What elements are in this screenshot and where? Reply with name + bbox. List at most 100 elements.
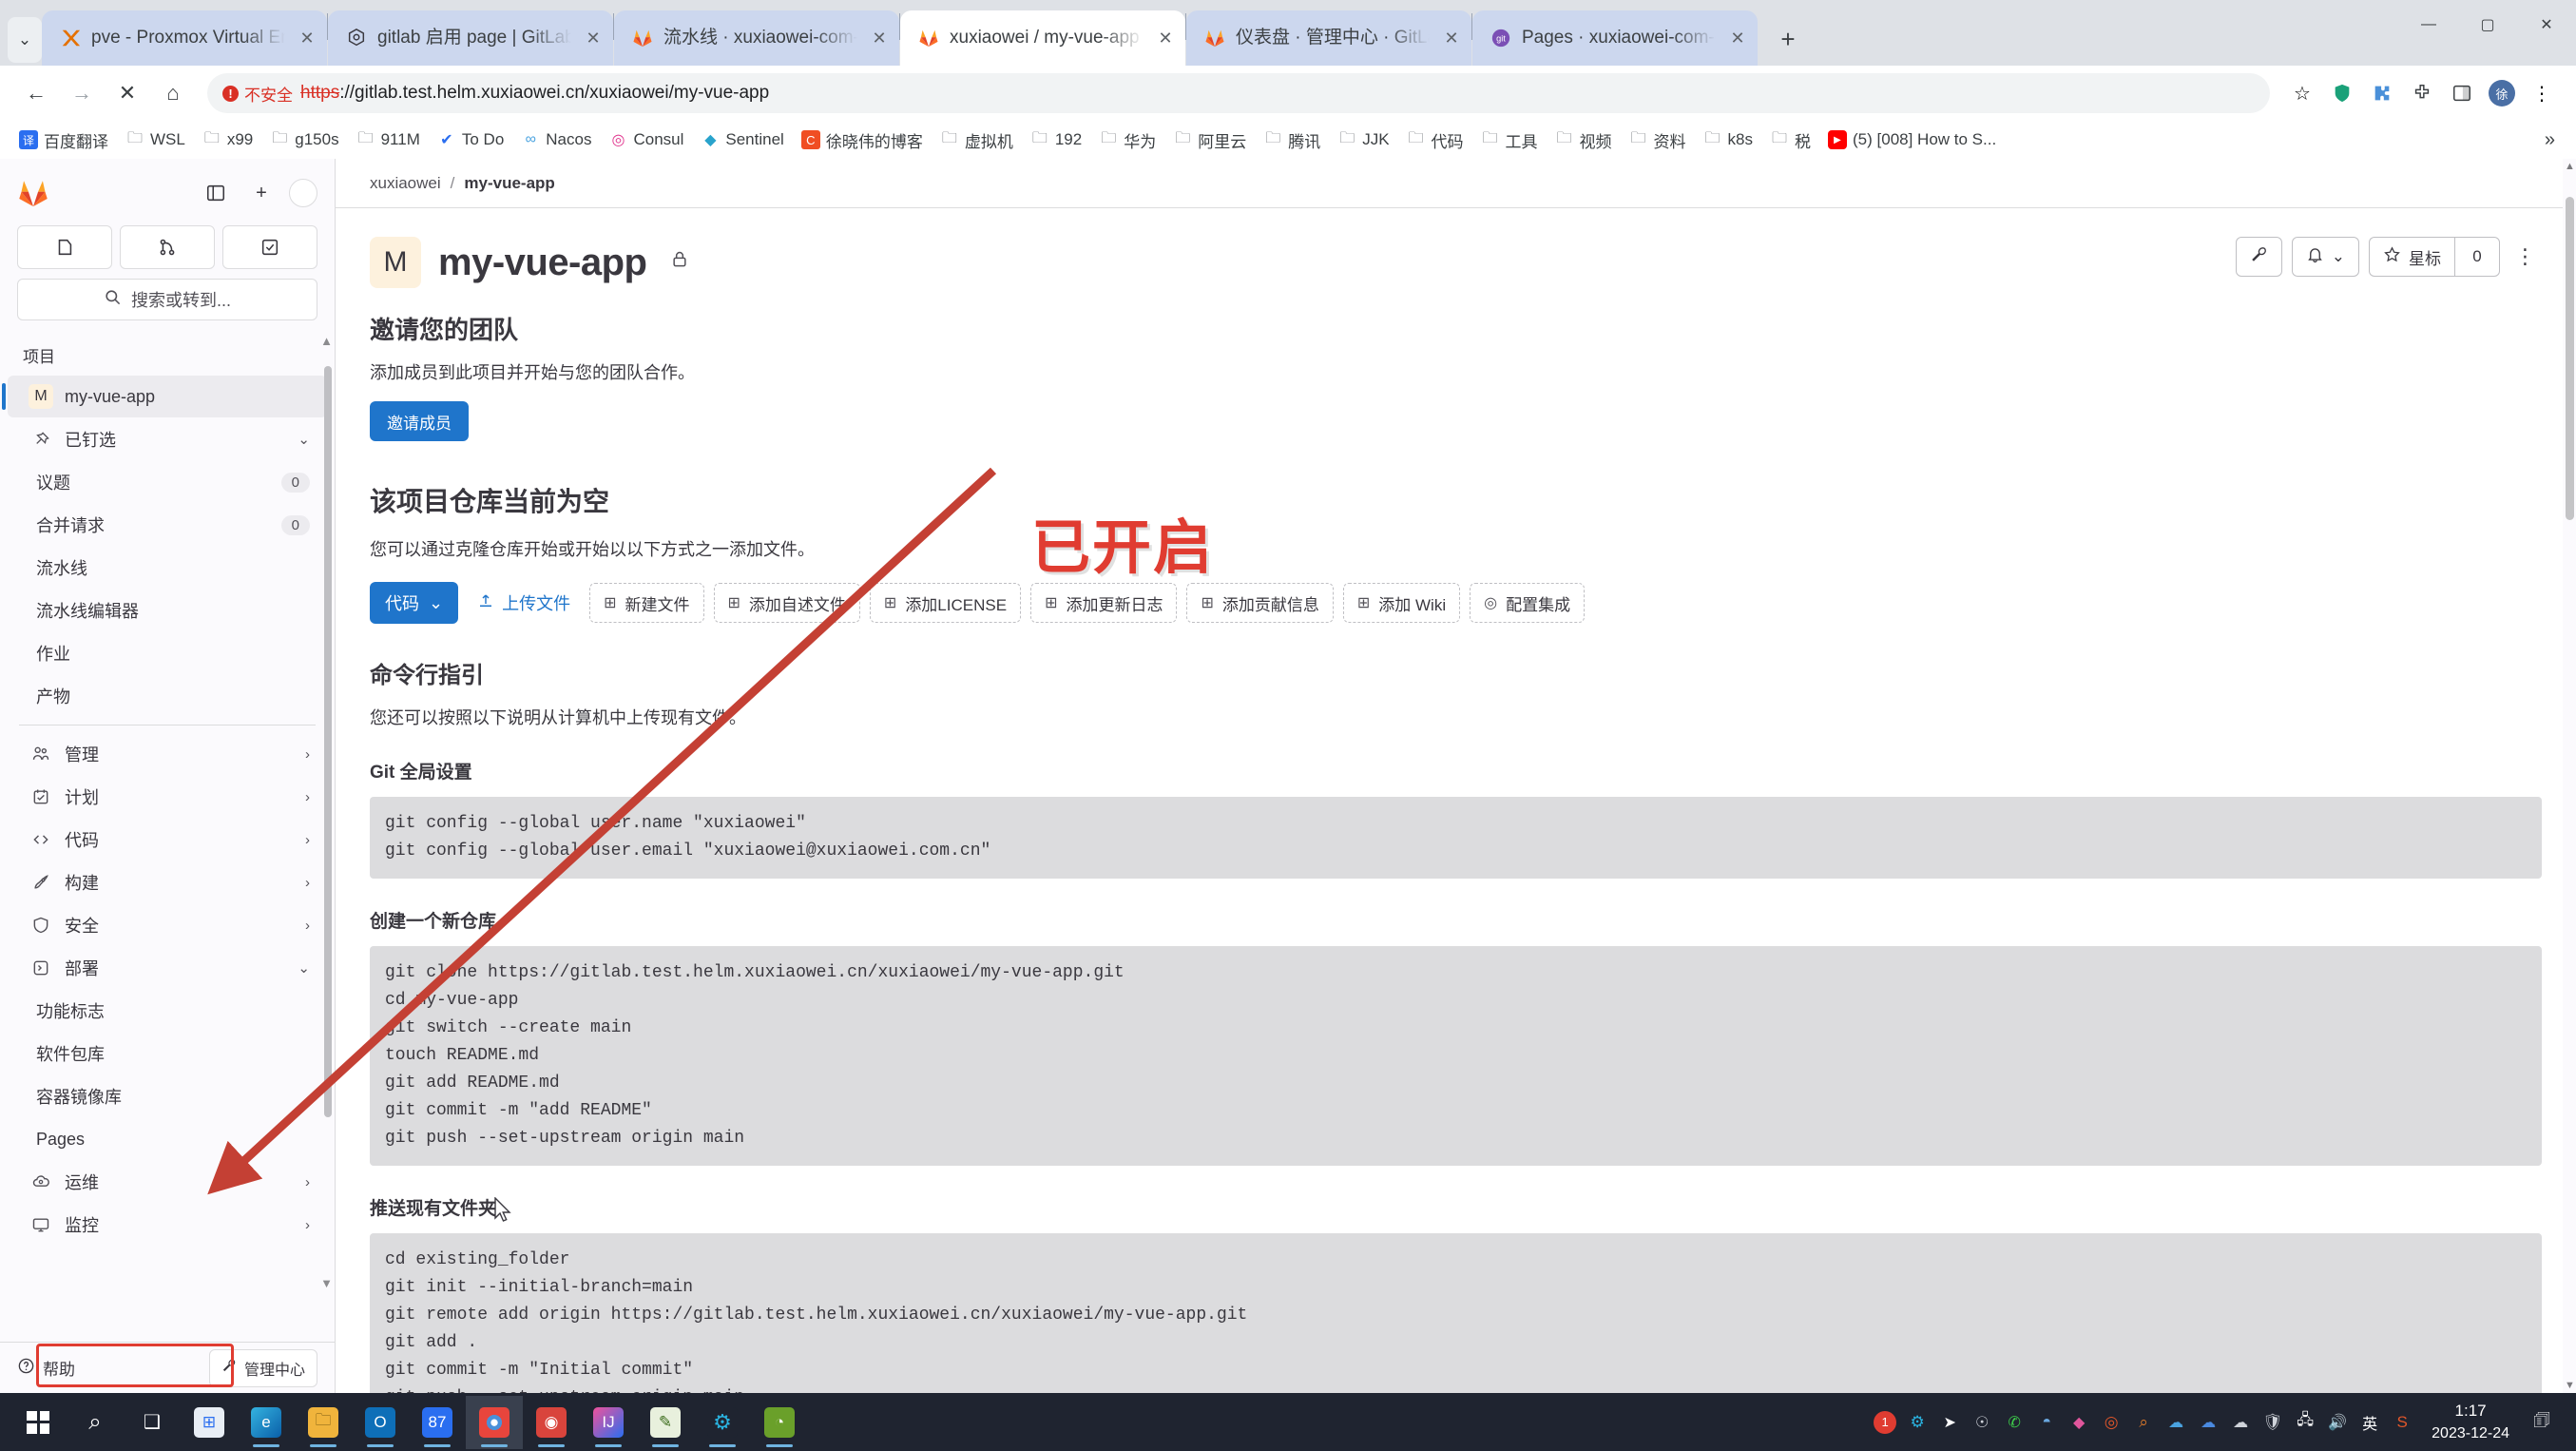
tab-list-chevron-icon[interactable]: ⌄ bbox=[8, 17, 42, 63]
address-bar[interactable]: ! 不安全 https://gitlab.test.helm.xuxiaowei… bbox=[207, 73, 2270, 113]
bookmark-item[interactable]: 🗀 税 bbox=[1762, 125, 1818, 156]
sidebar-item-feature-flags[interactable]: 功能标志 bbox=[8, 990, 327, 1032]
bookmark-item[interactable]: 🗀 192 bbox=[1023, 126, 1089, 153]
page-scrollbar[interactable]: ▲ ▼ bbox=[2563, 159, 2576, 1393]
breadcrumb-owner[interactable]: xuxiaowei bbox=[370, 174, 441, 193]
stop-icon[interactable]: ✕ bbox=[106, 72, 148, 114]
sidebar-item-pipeline-editor[interactable]: 流水线编辑器 bbox=[8, 590, 327, 631]
sidebar-item-container-registry[interactable]: 容器镜像库 bbox=[8, 1075, 327, 1117]
cli-code-block-0[interactable]: git config --global user.name "xuxiaowei… bbox=[370, 797, 2542, 879]
bookmark-item[interactable]: 🗀 工具 bbox=[1473, 125, 1546, 156]
sidebar-item-issues[interactable]: 议题 0 bbox=[8, 461, 327, 503]
tray-ime-icon[interactable]: 英 bbox=[2354, 1396, 2386, 1449]
bookmark-item[interactable]: 🗀 资料 bbox=[1622, 125, 1694, 156]
bookmark-item[interactable]: ◆ Sentinel bbox=[693, 126, 791, 153]
user-avatar[interactable] bbox=[289, 179, 317, 207]
scroll-down-arrow-icon[interactable]: ▼ bbox=[320, 1276, 333, 1290]
shield-icon[interactable] bbox=[2323, 74, 2361, 112]
admin-area-button[interactable]: 管理中心 bbox=[208, 1348, 317, 1387]
tray-antivirus-icon[interactable]: ☉ bbox=[1966, 1396, 1998, 1449]
sidebar-item-build[interactable]: 构建 › bbox=[8, 861, 327, 903]
upload-file-button[interactable]: 上传文件 bbox=[468, 582, 580, 624]
split-screen-icon[interactable] bbox=[2443, 74, 2481, 112]
tray-volume-icon[interactable]: 🔊 bbox=[2321, 1396, 2354, 1449]
search-input[interactable]: 搜索或转到... bbox=[17, 279, 317, 320]
tray-wechat-icon[interactable]: ✆ bbox=[1998, 1396, 2030, 1449]
notifications-button[interactable]: ⌄ bbox=[2291, 237, 2359, 277]
add-license-button[interactable]: ⊞ 添加LICENSE bbox=[869, 583, 1022, 623]
page-scrollbar-thumb[interactable] bbox=[2566, 197, 2574, 520]
bookmark-item[interactable]: ∞ Nacos bbox=[513, 126, 599, 153]
bookmark-item[interactable]: 🗀 JJK bbox=[1330, 126, 1396, 153]
browser-tab-0[interactable]: pve - Proxmox Virtual Environ ✕ bbox=[42, 10, 327, 66]
help-button[interactable]: 帮助 bbox=[17, 1356, 75, 1380]
browser-tab-4[interactable]: 仪表盘 · 管理中心 · GitLab ✕ bbox=[1186, 10, 1471, 66]
sidebar-item-manage[interactable]: 管理 › bbox=[8, 733, 327, 775]
file-explorer-button[interactable]: 🗀 bbox=[295, 1396, 352, 1449]
issues-quick-icon[interactable] bbox=[17, 225, 112, 269]
task-view-button[interactable]: ❑ bbox=[124, 1396, 181, 1449]
tray-onedrive2-icon[interactable]: ☁ bbox=[2192, 1396, 2224, 1449]
start-button[interactable] bbox=[10, 1396, 67, 1449]
minimize-icon[interactable]: — bbox=[2399, 0, 2458, 49]
bookmark-item[interactable]: 🗀 腾讯 bbox=[1256, 125, 1328, 156]
search-taskbar-button[interactable]: ⌕ bbox=[67, 1396, 124, 1449]
bookmark-item[interactable]: 🗀 k8s bbox=[1696, 126, 1760, 153]
sidebar-item-code[interactable]: 代码 › bbox=[8, 819, 327, 861]
bookmark-item[interactable]: 译百度翻译 bbox=[11, 125, 116, 156]
configure-integration-button[interactable]: ◎ 配置集成 bbox=[1470, 583, 1586, 623]
extension-puzzle-icon[interactable] bbox=[2363, 74, 2401, 112]
other-app-button[interactable]: ◔ bbox=[751, 1396, 808, 1449]
idea-button[interactable]: IJ bbox=[580, 1396, 637, 1449]
star-count[interactable]: 0 bbox=[2454, 237, 2500, 277]
sidebar-item-jobs[interactable]: 作业 bbox=[8, 632, 327, 674]
edge-button[interactable]: e bbox=[238, 1396, 295, 1449]
add-readme-button[interactable]: ⊞ 添加自述文件 bbox=[713, 583, 860, 623]
profile-avatar[interactable]: 徐 bbox=[2483, 74, 2521, 112]
tray-opera-icon[interactable]: ◎ bbox=[2095, 1396, 2127, 1449]
merge-requests-quick-icon[interactable] bbox=[120, 225, 215, 269]
add-contribution-button[interactable]: ⊞ 添加贡献信息 bbox=[1186, 583, 1334, 623]
bookmark-item[interactable]: 🗀 911M bbox=[349, 126, 428, 153]
chrome-menu-icon[interactable]: ⋮ bbox=[2523, 74, 2561, 112]
home-icon[interactable]: ⌂ bbox=[152, 72, 194, 114]
sidebar-item-security[interactable]: 安全 › bbox=[8, 904, 327, 946]
sidebar-item-merge-requests[interactable]: 合并请求 0 bbox=[8, 504, 327, 546]
close-icon[interactable]: ✕ bbox=[867, 26, 892, 50]
sidebar-scrollbar[interactable]: ▲ ▼ bbox=[320, 334, 333, 1290]
tray-updates[interactable]: 1 bbox=[1869, 1396, 1901, 1449]
extensions-icon[interactable] bbox=[2403, 74, 2441, 112]
bookmark-item[interactable]: 🗀 g150s bbox=[262, 126, 346, 153]
bookmark-star-icon[interactable]: ☆ bbox=[2283, 74, 2321, 112]
sidebar-item-monitor[interactable]: 监控 › bbox=[8, 1204, 327, 1246]
bookmark-item[interactable]: 🗀 代码 bbox=[1399, 125, 1471, 156]
sidebar-item-artifacts[interactable]: 产物 bbox=[8, 675, 327, 717]
notification-center-icon[interactable]: 🗊 bbox=[2523, 1396, 2561, 1449]
new-file-button[interactable]: ⊞ 新建文件 bbox=[589, 583, 704, 623]
sidebar-item-project[interactable]: M my-vue-app bbox=[2, 376, 327, 417]
tray-network-icon[interactable]: 🖧 bbox=[2289, 1396, 2321, 1449]
forward-icon[interactable]: → bbox=[61, 72, 103, 114]
close-icon[interactable]: ✕ bbox=[1439, 26, 1464, 50]
tray-cloud-icon[interactable]: ☁ bbox=[2224, 1396, 2257, 1449]
bookmark-item[interactable]: 🗀 阿里云 bbox=[1165, 125, 1254, 156]
maximize-icon[interactable]: ▢ bbox=[2458, 0, 2517, 49]
sidebar-item-pinned[interactable]: 已钉选 ⌄ bbox=[8, 418, 327, 460]
bookmark-item[interactable]: 🗀 x99 bbox=[195, 126, 260, 153]
tray-security-icon[interactable]: 🛡 bbox=[2257, 1396, 2289, 1449]
scroll-down-arrow-icon[interactable]: ▼ bbox=[2565, 1380, 2575, 1391]
back-icon[interactable]: ← bbox=[15, 72, 57, 114]
cli-code-block-1[interactable]: git clone https://gitlab.test.helm.xuxia… bbox=[370, 946, 2542, 1166]
close-icon[interactable]: ✕ bbox=[1153, 26, 1178, 50]
settings-button[interactable]: ⚙ bbox=[694, 1396, 751, 1449]
create-new-icon[interactable]: + bbox=[243, 175, 279, 211]
breadcrumb-project[interactable]: my-vue-app bbox=[464, 174, 554, 193]
scroll-up-arrow-icon[interactable]: ▲ bbox=[320, 334, 333, 348]
todos-quick-icon[interactable] bbox=[222, 225, 317, 269]
taskbar-clock[interactable]: 1:17 2023-12-24 bbox=[2418, 1400, 2523, 1445]
bookmark-item[interactable]: C 徐晓伟的博客 bbox=[794, 125, 931, 156]
microsoft-store-button[interactable]: ⊞ bbox=[181, 1396, 238, 1449]
bookmark-item[interactable]: 🗀 WSL bbox=[118, 126, 193, 153]
close-icon[interactable]: ✕ bbox=[581, 26, 606, 50]
tray-telegram-icon[interactable]: ➤ bbox=[1933, 1396, 1966, 1449]
